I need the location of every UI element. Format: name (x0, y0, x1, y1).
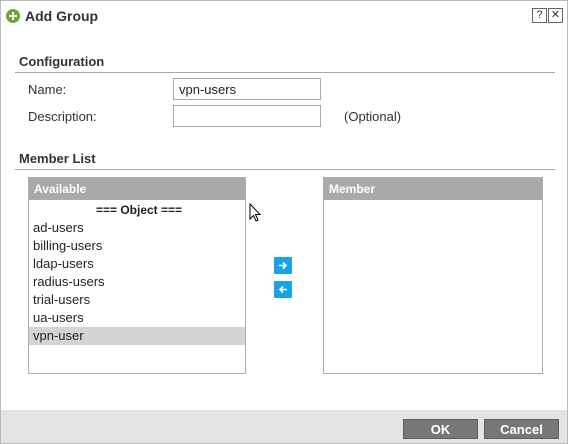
list-item[interactable]: billing-users (29, 237, 245, 255)
available-list[interactable]: Available === Object === ad-users billin… (28, 177, 246, 374)
move-right-button[interactable] (274, 257, 292, 274)
arrow-right-icon (279, 261, 288, 270)
list-item[interactable]: ldap-users (29, 255, 245, 273)
dialog-title: Add Group (25, 8, 99, 24)
move-left-button[interactable] (274, 281, 292, 298)
list-item-selected[interactable]: vpn-user (29, 327, 245, 345)
add-circle-icon (6, 9, 20, 23)
close-button[interactable]: ✕ (548, 8, 563, 23)
member-list-section-title: Member List (19, 151, 96, 166)
configuration-divider (15, 72, 555, 73)
list-item[interactable]: ad-users (29, 219, 245, 237)
list-item[interactable]: ua-users (29, 309, 245, 327)
list-item[interactable]: radius-users (29, 273, 245, 291)
name-input[interactable] (173, 78, 321, 100)
dialog-titlebar[interactable]: Add Group ? ✕ (1, 1, 567, 31)
ok-button[interactable]: OK (403, 419, 478, 439)
help-button[interactable]: ? (532, 8, 547, 23)
member-list[interactable]: Member (323, 177, 543, 374)
name-label: Name: (28, 82, 67, 97)
available-list-header: Available (29, 178, 245, 200)
dialog-footer (1, 410, 567, 443)
member-list-header: Member (324, 178, 542, 200)
list-item[interactable]: trial-users (29, 291, 245, 309)
mouse-cursor-icon (249, 203, 262, 222)
object-group-label: === Object === (95, 203, 183, 217)
cancel-button[interactable]: Cancel (484, 419, 559, 439)
description-input[interactable] (173, 105, 321, 127)
configuration-section-title: Configuration (19, 54, 105, 69)
arrow-left-icon (278, 285, 287, 294)
add-group-dialog: Add Group ? ✕ Configuration Name: Descri… (0, 0, 568, 444)
description-label: Description: (28, 109, 97, 124)
member-list-divider (15, 169, 555, 170)
description-optional-hint: (Optional) (344, 109, 402, 124)
